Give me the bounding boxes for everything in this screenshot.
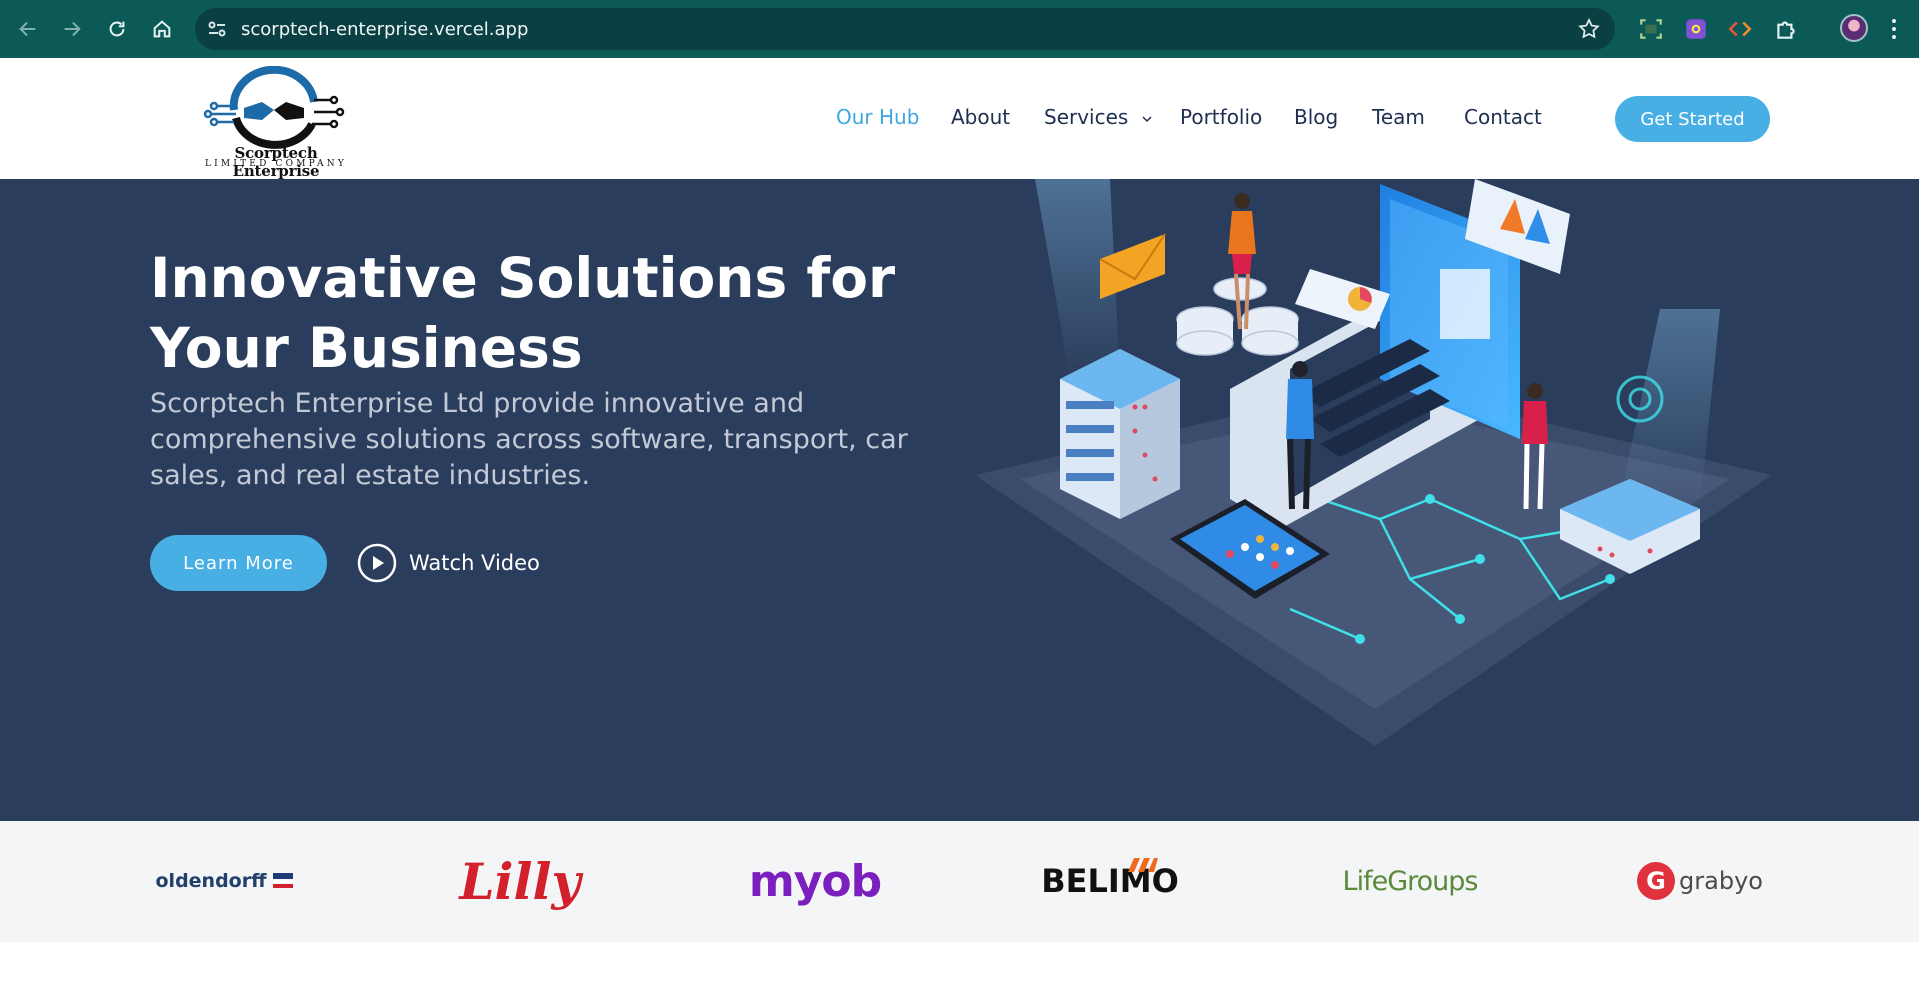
browser-toolbar: scorptech-enterprise.vercel.app — [0, 0, 1919, 58]
puzzle-icon[interactable] — [1773, 16, 1799, 42]
extension-icon[interactable] — [1683, 16, 1709, 42]
belimo-stripes-icon — [1128, 858, 1158, 872]
nav-services[interactable]: Services — [1044, 105, 1153, 131]
nav-blog[interactable]: Blog — [1294, 105, 1338, 131]
site-info-icon[interactable] — [205, 17, 229, 41]
client-name: oldendorff — [155, 870, 267, 892]
get-started-button[interactable]: Get Started — [1615, 96, 1770, 142]
client-logo-grabyo: G grabyo — [1635, 851, 1765, 911]
logo-subtitle: LIMITED COMPANY — [205, 159, 347, 169]
nav-contact[interactable]: Contact — [1464, 105, 1542, 131]
devtools-icon[interactable] — [1727, 16, 1753, 42]
client-logo-lilly: Lilly — [459, 851, 581, 911]
watch-video-button[interactable]: Watch Video — [357, 542, 540, 584]
client-name: grabyo — [1679, 867, 1763, 895]
back-icon[interactable] — [12, 13, 44, 45]
address-bar[interactable]: scorptech-enterprise.vercel.app — [195, 8, 1615, 50]
client-logo-lifegroups: LifeGroups — [1342, 865, 1479, 897]
nav-team[interactable]: Team — [1372, 105, 1425, 131]
reload-icon[interactable] — [101, 13, 133, 45]
learn-more-button[interactable]: Learn More — [150, 535, 327, 591]
hero-title: Innovative Solutions for Your Business — [150, 246, 896, 380]
grabyo-mark-icon: G — [1637, 862, 1676, 900]
clients-strip: oldendorff Lilly myob BELIMO LifeGroups … — [0, 821, 1919, 942]
forward-icon[interactable] — [56, 13, 88, 45]
client-logo-oldendorff: oldendorff — [150, 851, 300, 911]
oldendorff-flag-icon — [272, 873, 293, 888]
nav-services-label: Services — [1044, 105, 1129, 129]
profile-avatar[interactable] — [1840, 14, 1868, 42]
nav-our-hub[interactable]: Our Hub — [836, 105, 919, 131]
bookmark-star-icon[interactable] — [1577, 17, 1601, 41]
hero-subtitle: Scorptech Enterprise Ltd provide innovat… — [150, 388, 908, 491]
nav-about[interactable]: About — [951, 105, 1010, 131]
hero-section: Innovative Solutions for Your Business S… — [0, 179, 1919, 821]
nav-portfolio[interactable]: Portfolio — [1180, 105, 1262, 131]
play-icon — [357, 543, 397, 583]
client-logo-belimo: BELIMO — [1041, 862, 1179, 900]
screenshot-icon[interactable] — [1638, 16, 1664, 42]
url-text[interactable]: scorptech-enterprise.vercel.app — [241, 19, 528, 40]
tech-illustration — [975, 179, 1772, 746]
watch-video-label: Watch Video — [409, 551, 540, 575]
kebab-menu-icon[interactable] — [1888, 16, 1900, 42]
client-logo-myob: myob — [748, 855, 882, 907]
home-icon[interactable] — [146, 13, 178, 45]
chevron-down-icon — [1142, 115, 1152, 122]
